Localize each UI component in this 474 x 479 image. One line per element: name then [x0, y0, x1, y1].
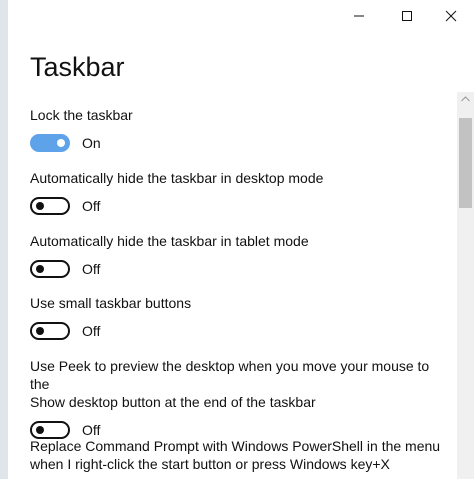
- scrollbar-thumb[interactable]: [459, 118, 472, 208]
- setting-autohide-desktop: Automatically hide the taskbar in deskto…: [30, 169, 445, 216]
- vertical-scrollbar[interactable]: [457, 92, 474, 479]
- maximize-icon: [402, 11, 412, 21]
- toggle-knob: [57, 139, 65, 147]
- setting-label: Automatically hide the taskbar in deskto…: [30, 170, 324, 186]
- setting-label-line1: Use Peek to preview the desktop when you…: [30, 358, 430, 392]
- small-buttons-toggle[interactable]: [30, 322, 70, 340]
- window-left-edge: [0, 0, 8, 479]
- lock-taskbar-toggle[interactable]: [30, 134, 70, 152]
- toggle-state-text: Off: [82, 198, 101, 214]
- close-button[interactable]: [428, 0, 474, 32]
- toggle-state-text: On: [82, 135, 101, 151]
- chevron-up-icon: [461, 96, 470, 102]
- settings-window: Taskbar Lock the taskbar On Automaticall…: [0, 0, 474, 479]
- minimize-icon: [354, 15, 364, 17]
- toggle-state-text: Off: [82, 261, 101, 277]
- autohide-tablet-toggle[interactable]: [30, 260, 70, 278]
- setting-label-line2: Show desktop button at the end of the ta…: [30, 394, 316, 410]
- title-bar[interactable]: [0, 0, 474, 32]
- setting-powershell: Replace Command Prompt with Windows Powe…: [30, 437, 445, 473]
- setting-peek-desktop: Use Peek to preview the desktop when you…: [30, 357, 445, 440]
- setting-label: Lock the taskbar: [30, 107, 133, 123]
- toggle-row: On: [30, 133, 445, 153]
- toggle-knob: [36, 426, 44, 434]
- page-title: Taskbar: [30, 52, 125, 82]
- toggle-row: Off: [30, 196, 445, 216]
- close-icon: [445, 10, 457, 22]
- autohide-desktop-toggle[interactable]: [30, 197, 70, 215]
- toggle-knob: [36, 202, 44, 210]
- minimize-button[interactable]: [336, 0, 382, 32]
- setting-small-buttons: Use small taskbar buttons Off: [30, 294, 445, 341]
- setting-label-line1: Replace Command Prompt with Windows Powe…: [30, 438, 441, 454]
- maximize-button[interactable]: [384, 0, 430, 32]
- toggle-row: Off: [30, 259, 445, 279]
- toggle-knob: [36, 265, 44, 273]
- setting-lock-taskbar: Lock the taskbar On: [30, 106, 445, 153]
- setting-autohide-tablet: Automatically hide the taskbar in tablet…: [30, 232, 445, 279]
- toggle-row: Off: [30, 321, 445, 341]
- toggle-knob: [36, 327, 44, 335]
- scroll-up-button[interactable]: [457, 92, 474, 106]
- setting-label: Automatically hide the taskbar in tablet…: [30, 233, 309, 249]
- toggle-state-text: Off: [82, 422, 101, 438]
- toggle-state-text: Off: [82, 323, 101, 339]
- setting-label-line2: when I right-click the start button or p…: [30, 456, 390, 472]
- setting-label: Use small taskbar buttons: [30, 295, 192, 311]
